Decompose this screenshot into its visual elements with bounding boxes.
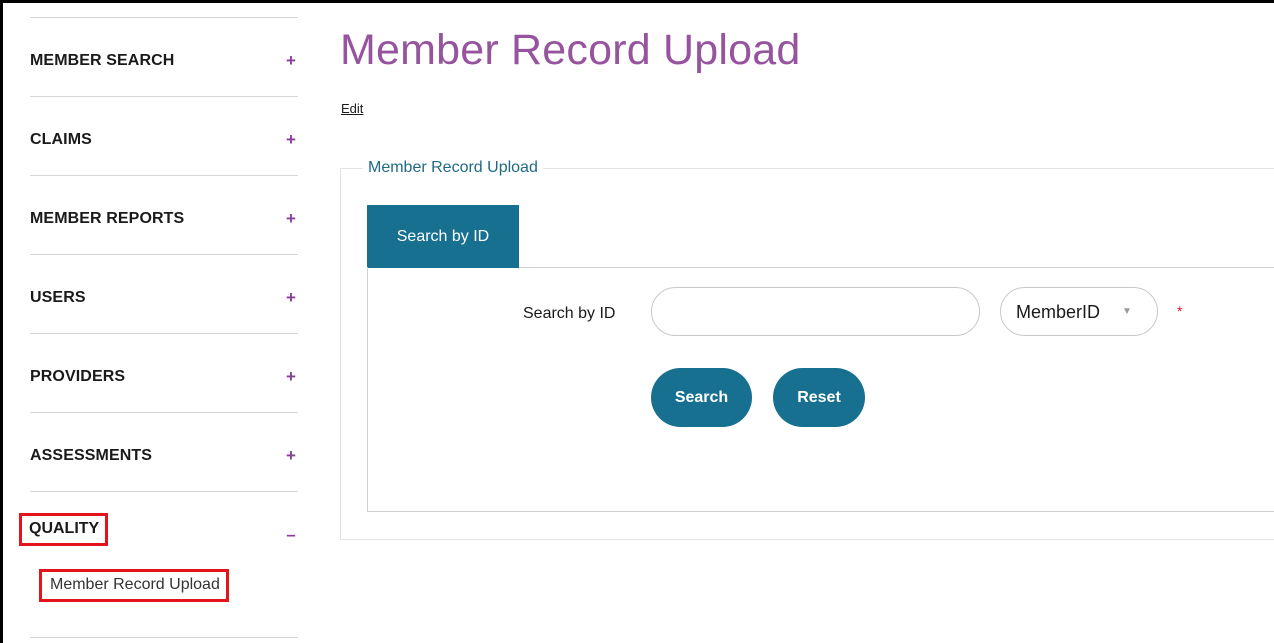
- sidebar-item-assessments[interactable]: ASSESSMENTS +: [30, 413, 298, 492]
- sidebar-item-label: ASSESSMENTS: [30, 447, 153, 464]
- search-button[interactable]: Search: [651, 368, 752, 427]
- sidebar-subitem-member-record-upload[interactable]: Member Record Upload: [39, 569, 229, 602]
- sidebar-item-label: MEMBER SEARCH: [30, 52, 175, 69]
- edit-link[interactable]: Edit: [341, 101, 363, 116]
- sidebar-item-label: MEMBER REPORTS: [30, 210, 185, 227]
- expand-plus-icon[interactable]: +: [284, 289, 298, 307]
- sidebar-item-member-search[interactable]: MEMBER SEARCH +: [30, 18, 298, 97]
- sidebar-item-label: USERS: [30, 289, 86, 306]
- expand-plus-icon[interactable]: +: [284, 52, 298, 70]
- sidebar-item-label: CLAIMS: [30, 131, 92, 148]
- sidebar-divider: [30, 637, 298, 638]
- collapse-minus-icon[interactable]: –: [284, 526, 298, 544]
- tab-search-by-id[interactable]: Search by ID: [367, 205, 519, 268]
- sidebar-item-label: QUALITY: [29, 520, 100, 537]
- sidebar-item-label: PROVIDERS: [30, 368, 126, 385]
- sidebar-item-users[interactable]: USERS +: [30, 255, 298, 334]
- chevron-down-icon: ▼: [1122, 306, 1132, 317]
- sidebar-item-claims[interactable]: CLAIMS +: [30, 97, 298, 176]
- expand-plus-icon[interactable]: +: [284, 210, 298, 228]
- highlight-box: QUALITY: [19, 513, 109, 546]
- fieldset-legend: Member Record Upload: [363, 159, 543, 177]
- search-id-input[interactable]: [651, 287, 980, 336]
- sidebar-item-quality[interactable]: QUALITY –: [19, 492, 298, 554]
- search-by-id-label: Search by ID: [523, 305, 616, 322]
- expand-plus-icon[interactable]: +: [284, 368, 298, 386]
- id-type-select[interactable]: MemberID ▼: [1000, 287, 1158, 336]
- tab-label: Search by ID: [396, 227, 490, 245]
- expand-plus-icon[interactable]: +: [284, 131, 298, 149]
- sidebar-nav: MEMBER SEARCH + CLAIMS + MEMBER REPORTS …: [19, 17, 298, 554]
- sidebar-subitem-label: Member Record Upload: [50, 576, 220, 593]
- page-title: Member Record Upload: [340, 26, 801, 74]
- sidebar-item-providers[interactable]: PROVIDERS +: [30, 334, 298, 413]
- required-marker: *: [1177, 303, 1183, 319]
- sidebar-item-member-reports[interactable]: MEMBER REPORTS +: [30, 176, 298, 255]
- select-value: MemberID: [1016, 302, 1101, 322]
- expand-plus-icon[interactable]: +: [284, 447, 298, 465]
- reset-button[interactable]: Reset: [773, 368, 865, 427]
